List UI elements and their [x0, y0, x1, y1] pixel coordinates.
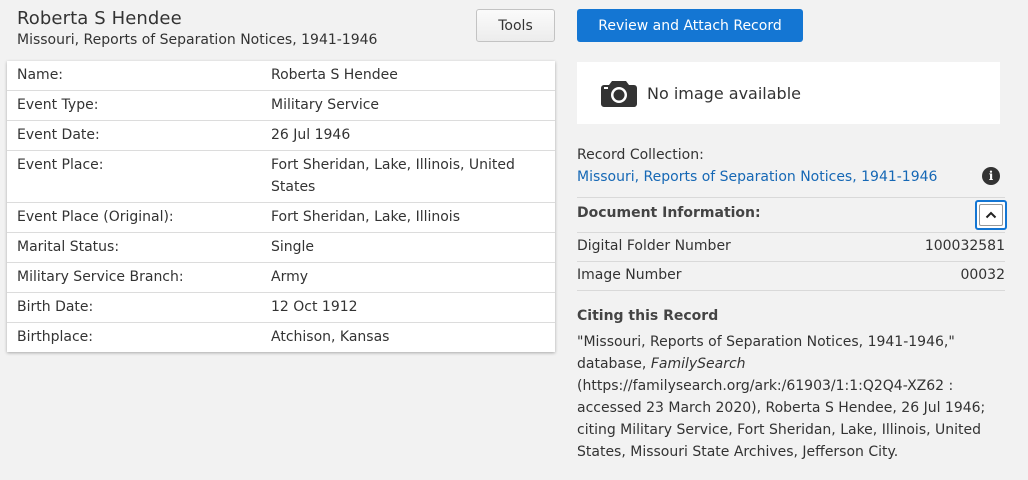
doc-row-image-number: Image Number 00032 [577, 267, 1005, 283]
detail-value: Single [271, 239, 315, 255]
detail-label: Birthplace: [17, 329, 93, 345]
review-attach-button[interactable]: Review and Attach Record [577, 9, 803, 42]
detail-value: Roberta S Hendee [271, 67, 398, 83]
camera-icon [601, 81, 637, 107]
document-info-heading: Document Information: [577, 205, 761, 221]
detail-row-birthplace: Birthplace: Atchison, Kansas [7, 323, 555, 352]
detail-label: Birth Date: [17, 299, 94, 315]
detail-label: Marital Status: [17, 239, 120, 255]
divider [577, 261, 1005, 262]
divider [577, 197, 1005, 198]
detail-value: 12 Oct 1912 [271, 299, 358, 315]
detail-row-event-place-original: Event Place (Original): Fort Sheridan, L… [7, 203, 555, 233]
divider [577, 232, 1005, 233]
detail-label: Military Service Branch: [17, 269, 184, 285]
detail-label: Event Place: [17, 157, 104, 173]
detail-label: Event Type: [17, 97, 99, 113]
record-title: Roberta S Hendee [17, 8, 182, 29]
citation-part2: (https://familysearch.org/ark:/61903/1:1… [577, 378, 986, 460]
citation-text: "Missouri, Reports of Separation Notices… [577, 331, 1007, 463]
citation-site: FamilySearch [650, 356, 746, 372]
detail-label: Event Date: [17, 127, 100, 143]
doc-row-label: Image Number [577, 267, 682, 283]
detail-row-service-branch: Military Service Branch: Army [7, 263, 555, 293]
no-image-text: No image available [647, 83, 801, 103]
detail-row-birth-date: Birth Date: 12 Oct 1912 [7, 293, 555, 323]
record-collection-label: Record Collection: [577, 147, 704, 163]
detail-row-marital-status: Marital Status: Single [7, 233, 555, 263]
detail-row-event-place: Event Place: Fort Sheridan, Lake, Illino… [7, 151, 555, 203]
detail-row-event-type: Event Type: Military Service [7, 91, 555, 121]
detail-label: Name: [17, 67, 64, 83]
detail-row-name: Name: Roberta S Hendee [7, 61, 555, 91]
collapse-button[interactable] [975, 200, 1007, 230]
no-image-panel: No image available [577, 62, 1000, 124]
detail-value: Army [271, 269, 309, 285]
detail-value: Atchison, Kansas [271, 329, 390, 345]
divider [577, 290, 1005, 291]
doc-row-folder-number: Digital Folder Number 100032581 [577, 238, 1005, 254]
record-collection-link[interactable]: Missouri, Reports of Separation Notices,… [577, 169, 937, 185]
detail-value: Fort Sheridan, Lake, Illinois, United St… [271, 157, 515, 195]
detail-value: 26 Jul 1946 [271, 127, 351, 143]
doc-row-label: Digital Folder Number [577, 238, 731, 254]
record-subtitle: Missouri, Reports of Separation Notices,… [17, 32, 378, 48]
doc-row-value: 100032581 [924, 238, 1005, 254]
doc-row-value: 00032 [960, 267, 1005, 283]
detail-row-event-date: Event Date: 26 Jul 1946 [7, 121, 555, 151]
detail-value: Military Service [271, 97, 380, 113]
chevron-up-icon [985, 211, 997, 219]
detail-label: Event Place (Original): [17, 209, 174, 225]
citation-heading: Citing this Record [577, 308, 719, 324]
info-icon[interactable]: i [982, 167, 1000, 185]
citation-part1: "Missouri, Reports of Separation Notices… [577, 334, 955, 372]
tools-button[interactable]: Tools [476, 9, 555, 42]
detail-value: Fort Sheridan, Lake, Illinois [271, 209, 460, 225]
record-details-table: Name: Roberta S Hendee Event Type: Milit… [7, 61, 555, 352]
